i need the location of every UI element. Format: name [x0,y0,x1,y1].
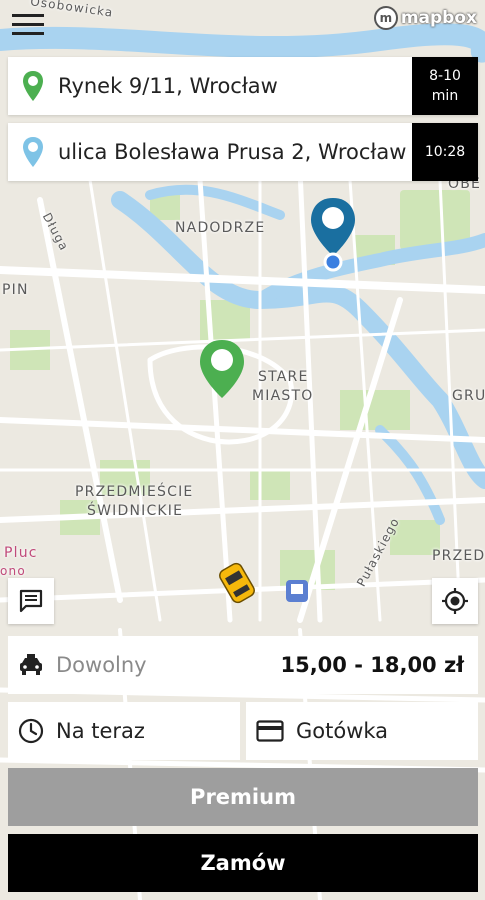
payment-label: Gotówka [296,719,389,743]
map-label-stare: STARE [258,369,309,385]
map-label-gru: GRU [452,388,485,404]
map-label-swidnickie: ŚWIDNICKIE [87,503,184,519]
pickup-eta: 8-10 min [412,57,478,115]
pickup-pin-icon [8,70,58,102]
clock-icon [18,718,44,744]
destination-eta: 10:28 [412,123,478,181]
train-station-marker [286,580,308,602]
crosshair-icon [442,588,468,614]
car-icon [20,654,42,675]
premium-button[interactable]: Premium [8,768,478,826]
map-label-ono: ono [0,564,26,578]
map-label-przedmiescie: PRZEDMIEŚCIE [75,484,194,500]
credit-card-icon [256,720,284,742]
order-button[interactable]: Zamów [8,834,478,892]
destination-address: ulica Bolesława Prusa 2, Wrocław [58,140,407,164]
car-class-row[interactable]: Dowolny 15,00 - 18,00 zł [8,636,478,694]
price-estimate: 15,00 - 18,00 zł [280,653,464,677]
map-label-pluc: Pluc [4,545,38,561]
time-selector[interactable]: Na teraz [8,702,240,760]
destination-pin-icon [8,136,58,168]
hamburger-icon[interactable] [12,14,44,38]
payment-selector[interactable]: Gotówka [246,702,478,760]
locate-me-button[interactable] [432,578,478,624]
destination-address-row[interactable]: ulica Bolesława Prusa 2, Wrocław 10:28 [8,123,478,181]
chat-button[interactable] [8,578,54,624]
taxi-marker [219,562,255,604]
car-class-label: Dowolny [56,653,147,677]
map-label-nadodrze: NADODRZE [175,220,266,236]
mapbox-icon: m [373,6,398,30]
map-label-pin: PIN [2,282,29,298]
map-label-przed: PRZED [432,548,485,564]
time-label: Na teraz [56,719,145,743]
mapbox-logo: m mapbox [373,6,477,30]
pickup-address-row[interactable]: Rynek 9/11, Wrocław 8-10 min [8,57,478,115]
pickup-pin-marker [200,340,244,398]
map-label-miasto: MIASTO [252,388,314,404]
chat-icon [19,589,43,613]
destination-pin-marker [311,198,355,272]
pickup-address: Rynek 9/11, Wrocław [58,74,278,98]
